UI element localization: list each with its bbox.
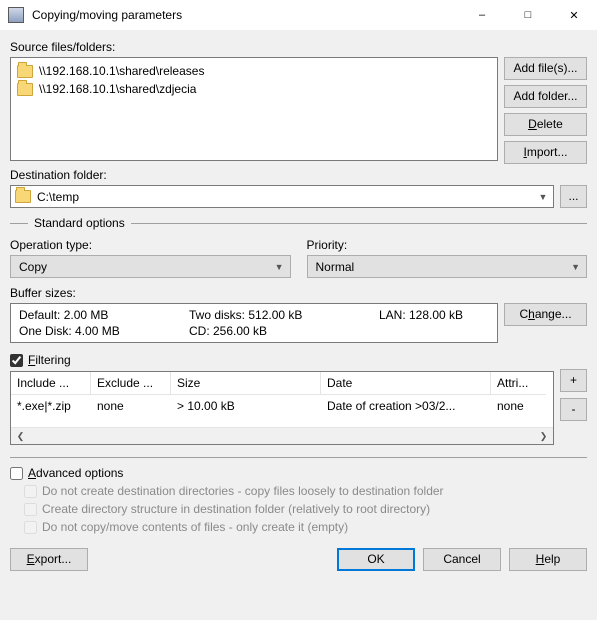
help-button[interactable]: Help (509, 548, 587, 571)
section-title: Standard options (34, 216, 125, 230)
scroll-left-icon[interactable]: ❮ (13, 429, 28, 444)
chevron-down-icon: ▼ (275, 262, 284, 272)
col-size[interactable]: Size (171, 372, 321, 395)
cancel-button[interactable]: Cancel (423, 548, 501, 571)
minimize-button[interactable]: – (459, 0, 505, 30)
list-item-label: \\192.168.10.1\shared\releases (39, 64, 204, 78)
scroll-right-icon[interactable]: ❯ (536, 429, 551, 444)
delete-button[interactable]: Delete (504, 113, 587, 136)
col-include[interactable]: Include ... (11, 372, 91, 395)
ok-button[interactable]: OK (337, 548, 415, 571)
filter-table[interactable]: Include ... Exclude ... Size Date Attri.… (10, 371, 554, 445)
buffer-sizes-label: Buffer sizes: (10, 286, 587, 300)
operation-type-value: Copy (19, 260, 47, 274)
filtering-checkbox-row[interactable]: Filtering (10, 353, 587, 367)
cell-date[interactable]: Date of creation >03/2... (321, 395, 491, 417)
priority-value: Normal (316, 260, 355, 274)
window-title: Copying/moving parameters (32, 8, 459, 22)
maximize-button[interactable]: □ (505, 0, 551, 30)
destination-combo[interactable]: C:\temp ▼ (10, 185, 554, 208)
adv-opt-3-checkbox (24, 521, 37, 534)
list-item[interactable]: \\192.168.10.1\shared\releases (15, 62, 493, 80)
adv-opt-1: Do not create destination directories - … (24, 484, 587, 498)
col-attr[interactable]: Attri... (491, 372, 546, 395)
cell-attr[interactable]: none (491, 395, 546, 417)
add-folder-button[interactable]: Add folder... (504, 85, 587, 108)
priority-label: Priority: (307, 238, 588, 252)
source-listbox[interactable]: \\192.168.10.1\shared\releases \\192.168… (10, 57, 498, 161)
buffer-default: Default: 2.00 MB (19, 307, 189, 323)
buffer-one-disk: One Disk: 4.00 MB (19, 323, 189, 339)
filter-remove-button[interactable]: - (560, 398, 587, 421)
chevron-down-icon: ▼ (535, 192, 551, 202)
folder-icon (17, 65, 33, 78)
change-buffer-button[interactable]: Change... (504, 303, 587, 326)
operation-type-dropdown[interactable]: Copy ▼ (10, 255, 291, 278)
buffer-cd: CD: 256.00 kB (189, 323, 379, 339)
advanced-options-label: Advanced options (28, 466, 123, 480)
import-button[interactable]: Import... (504, 141, 587, 164)
filter-hscrollbar[interactable]: ❮ ❯ (11, 427, 553, 444)
cell-size[interactable]: > 10.00 kB (171, 395, 321, 417)
add-files-button[interactable]: Add file(s)... (504, 57, 587, 80)
operation-type-label: Operation type: (10, 238, 291, 252)
adv-opt-2-checkbox (24, 503, 37, 516)
chevron-down-icon: ▼ (571, 262, 580, 272)
destination-label: Destination folder: (10, 168, 587, 182)
priority-dropdown[interactable]: Normal ▼ (307, 255, 588, 278)
browse-button[interactable]: ... (560, 185, 587, 208)
source-label: Source files/folders: (10, 40, 587, 54)
app-icon (8, 7, 24, 23)
folder-icon (17, 83, 33, 96)
filtering-checkbox[interactable] (10, 354, 23, 367)
title-bar: Copying/moving parameters – □ ✕ (0, 0, 597, 30)
folder-icon (15, 190, 31, 203)
buffer-sizes-box: Default: 2.00 MB Two disks: 512.00 kB LA… (10, 303, 498, 343)
adv-opt-1-checkbox (24, 485, 37, 498)
buffer-lan: LAN: 128.00 kB (379, 307, 489, 323)
col-exclude[interactable]: Exclude ... (91, 372, 171, 395)
advanced-options-checkbox[interactable] (10, 467, 23, 480)
col-date[interactable]: Date (321, 372, 491, 395)
list-item[interactable]: \\192.168.10.1\shared\zdjecia (15, 80, 493, 98)
cell-include[interactable]: *.exe|*.zip (11, 395, 91, 417)
advanced-options-checkbox-row[interactable]: Advanced options (10, 466, 587, 480)
buffer-two-disks: Two disks: 512.00 kB (189, 307, 379, 323)
adv-opt-3: Do not copy/move contents of files - onl… (24, 520, 587, 534)
export-button[interactable]: Export... (10, 548, 88, 571)
destination-value: C:\temp (37, 190, 535, 204)
adv-opt-2: Create directory structure in destinatio… (24, 502, 587, 516)
filter-add-button[interactable]: + (560, 369, 587, 392)
standard-options-separator: Standard options (10, 216, 587, 230)
close-button[interactable]: ✕ (551, 0, 597, 30)
filtering-label: Filtering (28, 353, 71, 367)
cell-exclude[interactable]: none (91, 395, 171, 417)
list-item-label: \\192.168.10.1\shared\zdjecia (39, 82, 196, 96)
